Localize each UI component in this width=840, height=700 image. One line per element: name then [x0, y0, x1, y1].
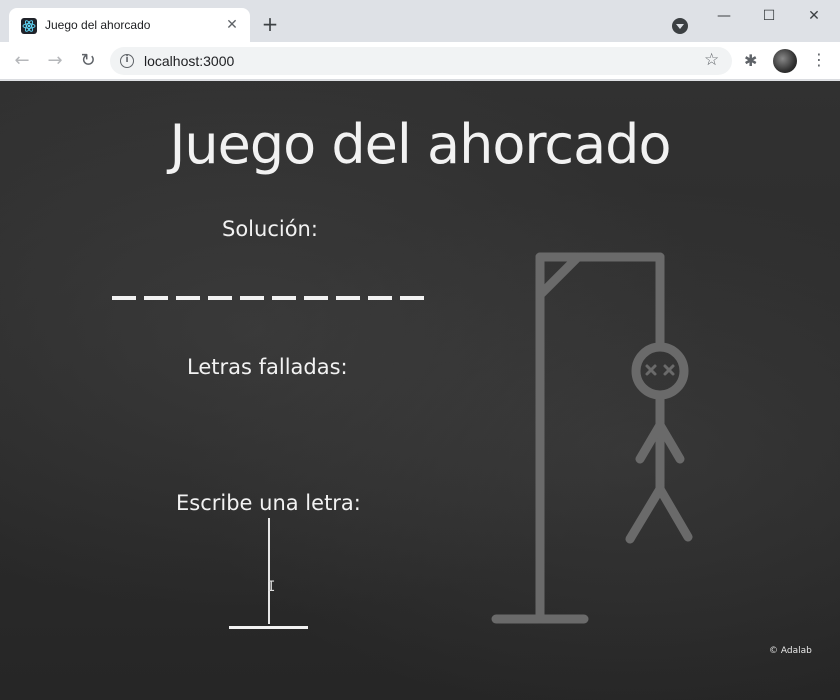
solution-label: Solución: [222, 217, 318, 241]
solution-letter-blank [272, 296, 296, 300]
forward-button[interactable]: → [44, 50, 66, 72]
missed-letters-label: Letras falladas: [187, 355, 348, 379]
star-icon[interactable]: ☆ [704, 50, 719, 70]
avatar[interactable] [773, 49, 797, 73]
kebab-menu-icon[interactable]: ⋮ [811, 50, 827, 69]
new-tab-button[interactable]: + [260, 14, 280, 34]
tab-search-icon[interactable] [672, 18, 688, 34]
hangman-eyes [645, 364, 675, 376]
solution-letter-blank [176, 296, 200, 300]
tab-close-icon[interactable]: ✕ [223, 16, 241, 34]
hangman-drawing [491, 252, 693, 624]
close-window-button[interactable]: ✕ [799, 4, 829, 28]
solution-letter-blank [368, 296, 392, 300]
solution-letter-blank [144, 296, 168, 300]
browser-tab-strip: Juego del ahorcado ✕ + — ☐ ✕ [0, 0, 840, 43]
gallows-brace [535, 252, 583, 300]
info-icon[interactable]: i [120, 54, 134, 68]
solution-letter-blank [240, 296, 264, 300]
back-button[interactable]: ← [11, 50, 33, 72]
letter-input-label: Escribe una letra: [176, 491, 361, 515]
tab-title: Juego del ahorcado [45, 18, 151, 32]
url-text[interactable]: localhost:3000 [144, 53, 234, 69]
browser-toolbar: ← → ↻ i localhost:3000 ☆ ✱ ⋮ [0, 42, 840, 80]
solution-letter-blank [400, 296, 424, 300]
ibeam-cursor-icon: I [267, 579, 276, 595]
solution-letter-blank [112, 296, 136, 300]
copyright-text: © Adalab [769, 646, 812, 656]
hangman-head [631, 342, 689, 400]
solution-letter-blank [336, 296, 360, 300]
browser-tab[interactable]: Juego del ahorcado ✕ [9, 8, 250, 43]
page-title: Juego del ahorcado [169, 113, 672, 176]
puzzle-icon[interactable]: ✱ [744, 51, 757, 70]
hangman-right-leg [655, 484, 693, 542]
hangman-left-leg [625, 484, 665, 544]
solution-letter-blank [208, 296, 232, 300]
maximize-button[interactable]: ☐ [754, 4, 784, 28]
reload-button[interactable]: ↻ [77, 50, 99, 72]
text-caret [268, 518, 270, 624]
solution-word [112, 296, 424, 300]
chalkboard-page: Juego del ahorcado Solución: Letras fall… [0, 81, 840, 700]
react-atom-icon [21, 18, 37, 34]
solution-letter-blank [304, 296, 328, 300]
minimize-button[interactable]: — [709, 4, 739, 28]
address-bar[interactable]: i localhost:3000 ☆ [110, 47, 732, 75]
